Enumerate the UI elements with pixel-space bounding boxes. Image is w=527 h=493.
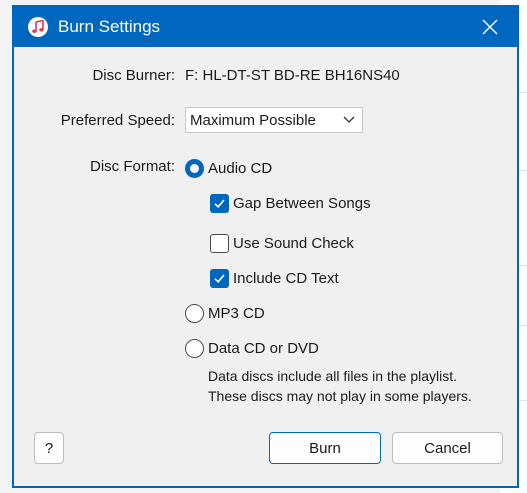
help-button[interactable]: ?: [34, 432, 64, 464]
use-sound-check-checkbox[interactable]: [210, 234, 229, 253]
data-disc-note-line-1: Data discs include all files in the play…: [208, 368, 458, 384]
preferred-speed-select[interactable]: Maximum Possible: [185, 107, 363, 133]
preferred-speed-label: Preferred Speed:: [60, 112, 175, 129]
disc-format-label: Disc Format:: [89, 158, 175, 175]
preferred-speed-value: Maximum Possible: [190, 111, 316, 129]
burn-settings-dialog: Burn Settings Disc Burner: F: HL-DT-ST B…: [12, 5, 519, 488]
chevron-down-icon: [343, 116, 355, 123]
disc-burner-value: F: HL-DT-ST BD-RE BH16NS40: [185, 67, 400, 84]
mp3-cd-radio[interactable]: [185, 304, 204, 323]
checkmark-icon: [214, 274, 225, 283]
audio-cd-label[interactable]: Audio CD: [208, 160, 272, 177]
include-cd-text-label[interactable]: Include CD Text: [233, 270, 339, 287]
disc-burner-label: Disc Burner:: [92, 67, 175, 84]
data-disc-note-line-2: These discs may not play in some players…: [208, 388, 472, 404]
gap-between-songs-checkbox[interactable]: [210, 194, 229, 213]
dialog-title: Burn Settings: [58, 17, 161, 36]
close-icon: [482, 19, 498, 35]
audio-cd-radio[interactable]: [185, 159, 204, 178]
data-cd-dvd-radio[interactable]: [185, 339, 204, 358]
mp3-cd-label[interactable]: MP3 CD: [208, 305, 265, 322]
use-sound-check-label[interactable]: Use Sound Check: [233, 235, 354, 252]
burn-button[interactable]: Burn: [269, 432, 381, 464]
include-cd-text-checkbox[interactable]: [210, 269, 229, 288]
checkmark-icon: [214, 199, 225, 208]
gap-between-songs-label[interactable]: Gap Between Songs: [233, 195, 371, 212]
music-app-icon: [28, 17, 48, 37]
cancel-button[interactable]: Cancel: [392, 432, 503, 464]
title-bar: Burn Settings: [14, 7, 517, 47]
data-cd-dvd-label[interactable]: Data CD or DVD: [208, 340, 319, 357]
close-button[interactable]: [474, 11, 506, 43]
